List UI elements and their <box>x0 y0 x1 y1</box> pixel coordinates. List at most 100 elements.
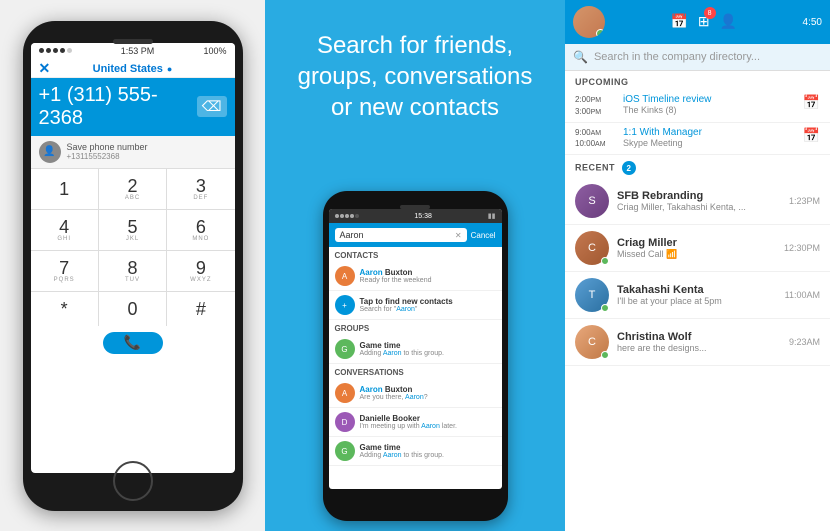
phone1-section: 1:53 PM 100% ✕ United States ● +1 (311) … <box>0 0 265 531</box>
chat-name-christina: Christina Wolf <box>617 331 781 343</box>
key-3[interactable]: 3def <box>167 169 234 209</box>
key-1[interactable]: 1 <box>31 169 98 209</box>
chat-avatar-takahashi: T <box>575 278 609 312</box>
cal-end-2: 10:00AM <box>575 138 615 150</box>
middle-section: Search for friends, groups, conversation… <box>265 0 565 531</box>
cal-sub-1: The Kinks (8) <box>623 105 795 115</box>
mid-conv-aaron-sub: Are you there, Aaron? <box>360 394 428 401</box>
chat-sub-sfb: Criag Miller, Takahashi Kenta, ... <box>617 202 781 212</box>
key-4[interactable]: 4ghi <box>31 210 98 250</box>
dialer-save-row[interactable]: 👤 Save phone number +13115552368 <box>31 136 235 169</box>
contacts-icon-wrap[interactable]: 👤 <box>720 13 737 31</box>
chat-item-sfb[interactable]: S SFB Rebranding Criag Miller, Takahashi… <box>565 178 830 225</box>
mid-contacts-label: Contacts <box>329 247 502 262</box>
chat-time-christina: 9:23AM <box>789 337 820 347</box>
mid-find-sub: Search for "Aaron" <box>360 306 453 313</box>
key-6[interactable]: 6mno <box>167 210 234 250</box>
chat-details-christina: Christina Wolf here are the designs... <box>617 331 781 353</box>
cal-sub-2: Skype Meeting <box>623 138 795 148</box>
chat-name-sfb: SFB Rebranding <box>617 190 781 202</box>
middle-headline: Search for friends, groups, conversation… <box>265 0 565 144</box>
chat-details-takahashi: Takahashi Kenta I'll be at your place at… <box>617 284 777 306</box>
right-top-bar: 📅 ⊞ 8 👤 4:50 <box>565 0 830 44</box>
key-2[interactable]: 2abc <box>99 169 166 209</box>
mid-cancel-btn[interactable]: Cancel <box>471 231 496 240</box>
chat-avatar-christina: C <box>575 325 609 359</box>
dialer-country[interactable]: United States <box>93 63 163 75</box>
backspace-btn[interactable]: ⌫ <box>197 96 227 117</box>
right-user-avatar[interactable] <box>573 6 605 38</box>
save-label: Save phone number <box>67 142 148 152</box>
contacts-icon: 👤 <box>720 13 737 29</box>
mid-conv-gametime-sub: Adding Aaron to this group. <box>360 452 444 459</box>
mid-conv-gametime[interactable]: G Game time Adding Aaron to this group. <box>329 437 502 466</box>
mid-conv-danielle-sub: I'm meeting up with Aaron later. <box>360 423 457 430</box>
mid-conv-danielle[interactable]: D Danielle Booker I'm meeting up with Aa… <box>329 408 502 437</box>
mid-clear-icon[interactable]: ✕ <box>455 231 462 240</box>
phone1-frame: 1:53 PM 100% ✕ United States ● +1 (311) … <box>23 21 243 511</box>
right-time: 4:50 <box>803 17 822 28</box>
mid-battery: ▮▮ <box>488 212 496 220</box>
chat-time-takahashi: 11:00AM <box>785 290 820 300</box>
mid-aaron-sub: Ready for the weekend <box>360 277 432 284</box>
key-8[interactable]: 8tuv <box>99 251 166 291</box>
middle-phone-screen: 15:38 ▮▮ Aaron ✕ Cancel Contacts A Aaron… <box>329 209 502 489</box>
mid-time: 15:38 <box>414 213 432 220</box>
search-placeholder: Search in the company directory... <box>594 51 760 63</box>
chat-sub-takahashi: I'll be at your place at 5pm <box>617 296 777 306</box>
cal-icon-2[interactable]: 📅 <box>803 127 820 144</box>
mid-search-input[interactable]: Aaron ✕ <box>335 228 467 242</box>
mid-contact-aaron[interactable]: A Aaron Buxton Ready for the weekend <box>329 262 502 291</box>
mid-groups-label: Groups <box>329 320 502 335</box>
calendar-icon-wrap[interactable]: 📅 <box>670 13 687 31</box>
calendar-item-2[interactable]: 9:00AM 10:00AM 1:1 With Manager Skype Me… <box>565 123 830 156</box>
key-7[interactable]: 7pqrs <box>31 251 98 291</box>
apps-badge: 8 <box>704 7 716 19</box>
avatar-online-badge <box>596 29 605 38</box>
mid-conv-aaron-name: Aaron Buxton <box>360 385 428 394</box>
mid-group-gametime[interactable]: G Game time Adding Aaron to this group. <box>329 335 502 364</box>
key-9[interactable]: 9wxyz <box>167 251 234 291</box>
call-button[interactable]: 📞 <box>103 332 163 354</box>
mid-find-contacts[interactable]: + Tap to find new contacts Search for "A… <box>329 291 502 320</box>
signal-dots <box>39 48 72 53</box>
chat-sub-criag: Missed Call 📶 <box>617 249 776 260</box>
chat-item-takahashi[interactable]: T Takahashi Kenta I'll be at your place … <box>565 272 830 319</box>
cal-icon-1[interactable]: 📅 <box>803 94 820 111</box>
save-number: +13115552368 <box>67 152 148 161</box>
key-5[interactable]: 5jkl <box>99 210 166 250</box>
cal-times-2: 9:00AM 10:00AM <box>575 127 615 151</box>
chat-name-takahashi: Takahashi Kenta <box>617 284 777 296</box>
country-flag: ● <box>167 64 172 74</box>
mid-group-name: Game time <box>360 341 444 350</box>
chat-time-sfb: 1:23PM <box>789 196 820 206</box>
dialer-phone-input: +1 (311) 555-2368 ⌫ <box>31 78 235 136</box>
dialer-close-btn[interactable]: ✕ <box>39 60 51 77</box>
chat-details-sfb: SFB Rebranding Criag Miller, Takahashi K… <box>617 190 781 212</box>
chat-item-christina[interactable]: C Christina Wolf here are the designs...… <box>565 319 830 366</box>
calendar-item-1[interactable]: 2:00PM 3:00PM iOS Timeline review The Ki… <box>565 90 830 123</box>
mid-conv-aaron[interactable]: A Aaron Buxton Are you there, Aaron? <box>329 379 502 408</box>
cal-title-1: iOS Timeline review <box>623 94 795 105</box>
mid-search-value: Aaron <box>340 230 364 240</box>
mid-aaron-avatar: A <box>335 266 355 286</box>
key-star[interactable]: * <box>31 292 98 326</box>
mid-conv-gametime-name: Game time <box>360 443 444 452</box>
key-0[interactable]: 0 <box>99 292 166 326</box>
cal-details-2: 1:1 With Manager Skype Meeting <box>623 127 795 148</box>
middle-phone-frame: 15:38 ▮▮ Aaron ✕ Cancel Contacts A Aaron… <box>323 191 508 521</box>
search-icon: 🔍 <box>573 50 588 64</box>
right-top-icons: 📅 ⊞ 8 👤 <box>670 13 737 31</box>
dialer-number-display: +1 (311) 555-2368 <box>39 84 197 130</box>
right-search-bar[interactable]: 🔍 Search in the company directory... <box>565 44 830 71</box>
chat-time-criag: 12:30PM <box>784 243 820 253</box>
mid-conv-danielle-name: Danielle Booker <box>360 414 457 423</box>
mid-conv-danielle-avatar: D <box>335 412 355 432</box>
mid-group-avatar: G <box>335 339 355 359</box>
key-hash[interactable]: # <box>167 292 234 326</box>
dialer-header: ✕ United States ● <box>31 59 235 78</box>
chat-item-criag[interactable]: C Criag Miller Missed Call 📶 12:30PM <box>565 225 830 272</box>
apps-icon-wrap[interactable]: ⊞ 8 <box>698 13 710 31</box>
phone1-status-bar: 1:53 PM 100% <box>31 43 235 59</box>
chat-avatar-criag: C <box>575 231 609 265</box>
